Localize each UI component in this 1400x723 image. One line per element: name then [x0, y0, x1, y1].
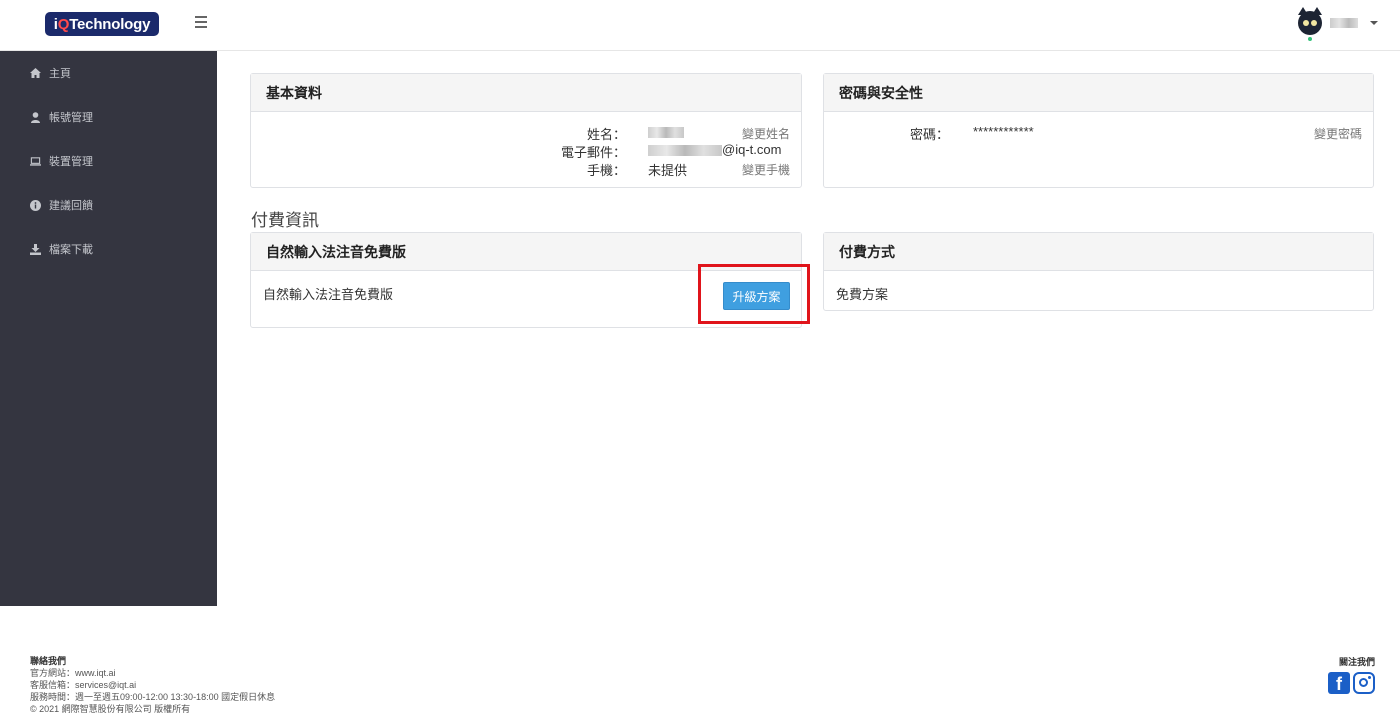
payment-section-title: 付費資訊 [251, 211, 319, 230]
instagram-icon[interactable] [1353, 672, 1375, 694]
sidebar-item-label: 主頁 [49, 68, 71, 80]
security-title: 密碼與安全性 [824, 74, 1373, 112]
copyright: © 2021 網際智慧股份有限公司 版權所有 [30, 704, 191, 714]
info-icon [30, 199, 41, 211]
home-icon [30, 68, 41, 79]
change-password-link[interactable]: 變更密碼 [1314, 125, 1362, 142]
name-label: 姓名： [586, 127, 626, 142]
name-value-redacted [648, 124, 684, 139]
online-status-dot [1308, 37, 1312, 41]
sidebar-item-account[interactable]: 帳號管理 [0, 95, 217, 139]
sidebar-item-home[interactable]: 主頁 [0, 51, 217, 95]
phone-label: 手機： [586, 163, 626, 178]
hamburger-icon[interactable] [195, 16, 207, 28]
sidebar-item-label: 裝置管理 [49, 156, 93, 168]
sidebar-item-label: 帳號管理 [49, 112, 93, 124]
basic-info-title: 基本資料 [251, 74, 801, 112]
logo-suffix: Technology [69, 15, 151, 33]
sidebar-item-label: 檔案下載 [49, 244, 93, 256]
follow-title: 關注我們 [1338, 657, 1375, 667]
sidebar-item-label: 建議回饋 [49, 200, 93, 212]
highlight-annotation-box [698, 264, 810, 324]
basic-info-card: 基本資料 姓名： 變更姓名 電子郵件： @iq-t.com 手機： 未提供 變更… [250, 73, 802, 188]
payment-method-value: 免費方案 [836, 287, 889, 302]
email-label: 電子郵件： [560, 145, 626, 160]
change-name-link[interactable]: 變更姓名 [742, 125, 790, 142]
user-name-redacted [1330, 18, 1358, 28]
facebook-icon[interactable]: f [1328, 672, 1350, 694]
website-link[interactable]: 官方網站：www.iqt.ai [30, 667, 275, 679]
service-hours: 服務時間：週一至週五09:00-12:00 13:30-18:00 國定假日休息 [30, 692, 276, 702]
footer-contact: 聯絡我們 官方網站：www.iqt.ai 客服信箱：services@iqt.a… [30, 655, 275, 715]
sidebar-item-downloads[interactable]: 檔案下載 [0, 227, 217, 271]
phone-value: 未提供 [648, 163, 688, 178]
footer-social: 關注我們 f [1328, 655, 1375, 694]
plan-description: 自然輸入法注音免費版 [263, 287, 394, 302]
payment-method-title: 付費方式 [824, 233, 1373, 271]
contact-title: 聯絡我們 [30, 656, 67, 666]
sidebar-item-devices[interactable]: 裝置管理 [0, 139, 217, 183]
email-value: @iq-t.com [648, 142, 781, 157]
security-card: 密碼與安全性 密碼： ************ 變更密碼 [823, 73, 1374, 188]
user-menu[interactable] [1298, 7, 1378, 41]
user-icon [30, 111, 41, 123]
top-navbar: iQ Technology [0, 0, 1400, 51]
iq-technology-logo[interactable]: iQ Technology [45, 12, 159, 36]
laptop-icon [30, 156, 41, 167]
email-domain: @iq-t.com [722, 142, 782, 157]
password-value: ************ [973, 124, 1034, 139]
change-phone-link[interactable]: 變更手機 [742, 161, 790, 178]
caret-down-icon [1370, 21, 1378, 25]
cat-avatar-icon [1298, 7, 1322, 41]
payment-method-card: 付費方式 免費方案 [823, 232, 1374, 311]
service-email-link[interactable]: 客服信箱：services@iqt.ai [30, 679, 275, 691]
password-label: 密碼： [909, 127, 949, 142]
logo-q: Q [57, 15, 70, 33]
download-icon [30, 243, 41, 255]
sidebar-item-feedback[interactable]: 建議回饋 [0, 183, 217, 227]
sidebar: 主頁 帳號管理 裝置管理 建議回饋 檔案下載 [0, 51, 217, 606]
